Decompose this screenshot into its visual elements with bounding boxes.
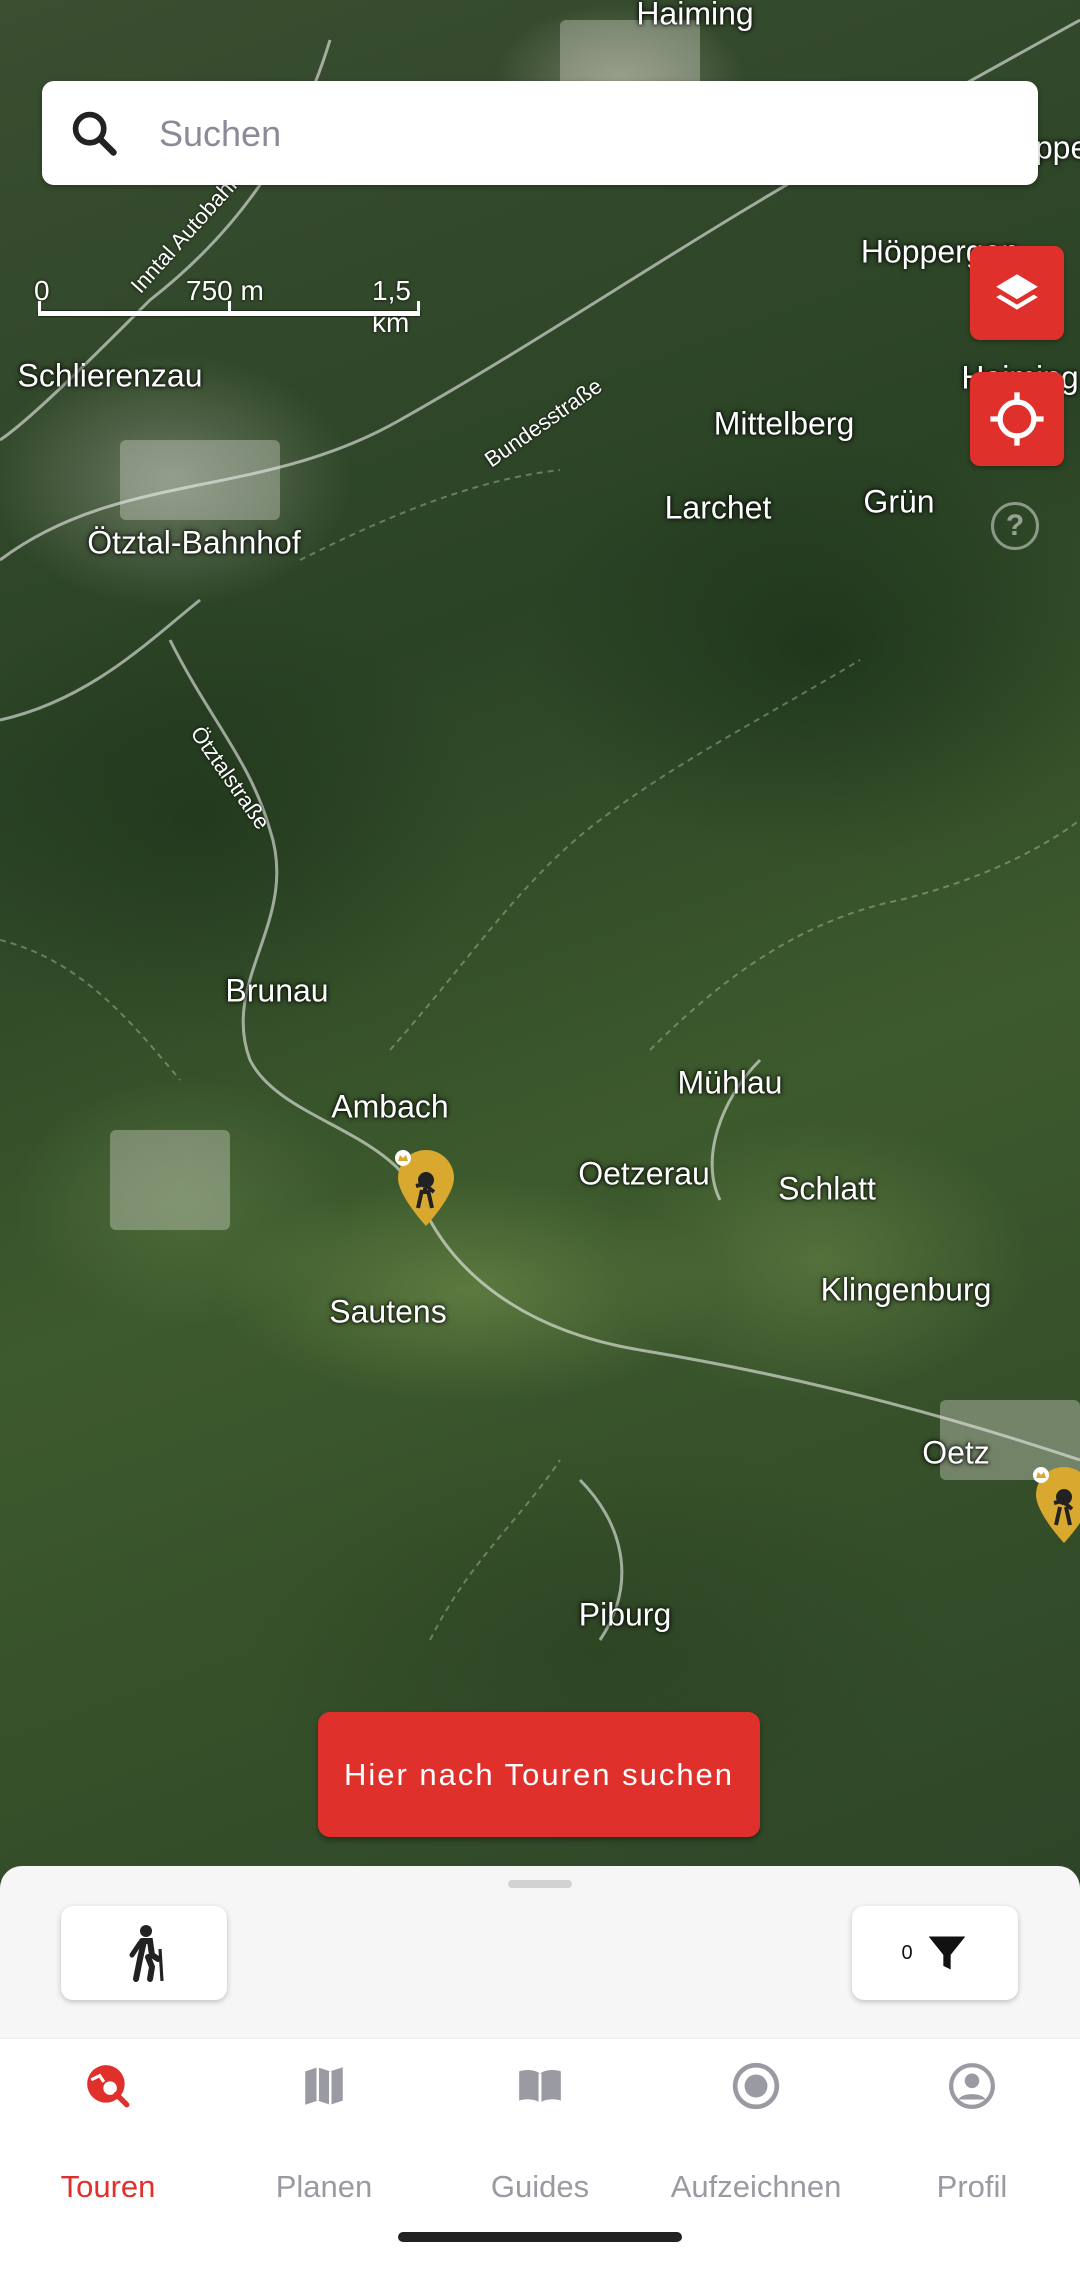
filter-button[interactable]: 0	[852, 1906, 1018, 2000]
search-tours-here-button[interactable]: Hier nach Touren suchen	[318, 1712, 760, 1837]
tab-aufzeichnen[interactable]: Aufzeichnen	[648, 2039, 864, 2229]
locate-button[interactable]	[970, 372, 1064, 466]
map-icon	[305, 2067, 343, 2105]
scale-tick	[417, 301, 420, 315]
activity-type-button[interactable]	[61, 1906, 227, 2000]
place-label: Larchet	[664, 489, 772, 526]
place-label: Klingenburg	[820, 1271, 992, 1308]
tour-pin[interactable]	[394, 1148, 458, 1228]
record-icon	[732, 2062, 780, 2110]
locate-icon	[990, 392, 1044, 446]
tab-label: Planen	[275, 2169, 373, 2204]
tab-planen[interactable]: Planen	[216, 2039, 432, 2229]
tab-guides[interactable]: Guides	[432, 2039, 648, 2229]
sheet-drag-handle[interactable]	[508, 1880, 572, 1888]
search-bar[interactable]	[42, 81, 1038, 187]
place-label: Oetz	[922, 1434, 990, 1471]
place-label: Sautens	[329, 1293, 447, 1330]
filter-icon	[928, 1936, 965, 1970]
tour-search-icon	[87, 2065, 130, 2108]
scale-label-max: 1,5 km	[372, 275, 411, 338]
filter-count: 0	[901, 1941, 913, 1964]
scale-tick	[38, 301, 41, 315]
place-label: Ötztal-Bahnhof	[87, 524, 301, 561]
scale-label-mid: 750 m	[186, 275, 264, 306]
tab-label: Guides	[490, 2169, 590, 2204]
place-label: Ambach	[331, 1088, 449, 1125]
place-label: Brunau	[225, 972, 329, 1009]
tab-label: Profil	[936, 2169, 1008, 2204]
place-label: Piburg	[578, 1596, 672, 1633]
layers-button[interactable]	[970, 246, 1064, 340]
book-icon	[519, 2070, 561, 2103]
tab-profil[interactable]: Profil	[864, 2039, 1080, 2229]
layers-icon	[996, 274, 1038, 310]
scale-label-start: 0	[34, 275, 50, 306]
map-scale: 0 750 m 1,5 km	[34, 275, 423, 338]
search-input[interactable]	[157, 81, 1011, 187]
home-indicator[interactable]	[398, 2232, 682, 2242]
profile-icon	[949, 2063, 995, 2109]
help-icon[interactable]: ?	[991, 502, 1039, 550]
tab-touren[interactable]: Touren	[0, 2039, 216, 2229]
place-label: Mühlau	[677, 1064, 783, 1101]
search-icon	[72, 111, 117, 156]
bottom-sheet[interactable]: 0	[0, 1866, 1080, 2038]
tour-pin[interactable]	[1032, 1465, 1080, 1545]
tab-label: Touren	[60, 2169, 156, 2204]
scale-tick	[228, 301, 231, 315]
place-label: Schlierenzau	[17, 357, 203, 394]
tab-label: Aufzeichnen	[670, 2169, 842, 2204]
place-label: Oetzerau	[578, 1155, 710, 1192]
hiking-icon	[129, 1925, 164, 1982]
place-label: Grün	[863, 483, 935, 520]
place-label: Schlatt	[778, 1170, 876, 1207]
place-label: Haiming	[636, 0, 754, 32]
place-label: Mittelberg	[713, 405, 855, 442]
